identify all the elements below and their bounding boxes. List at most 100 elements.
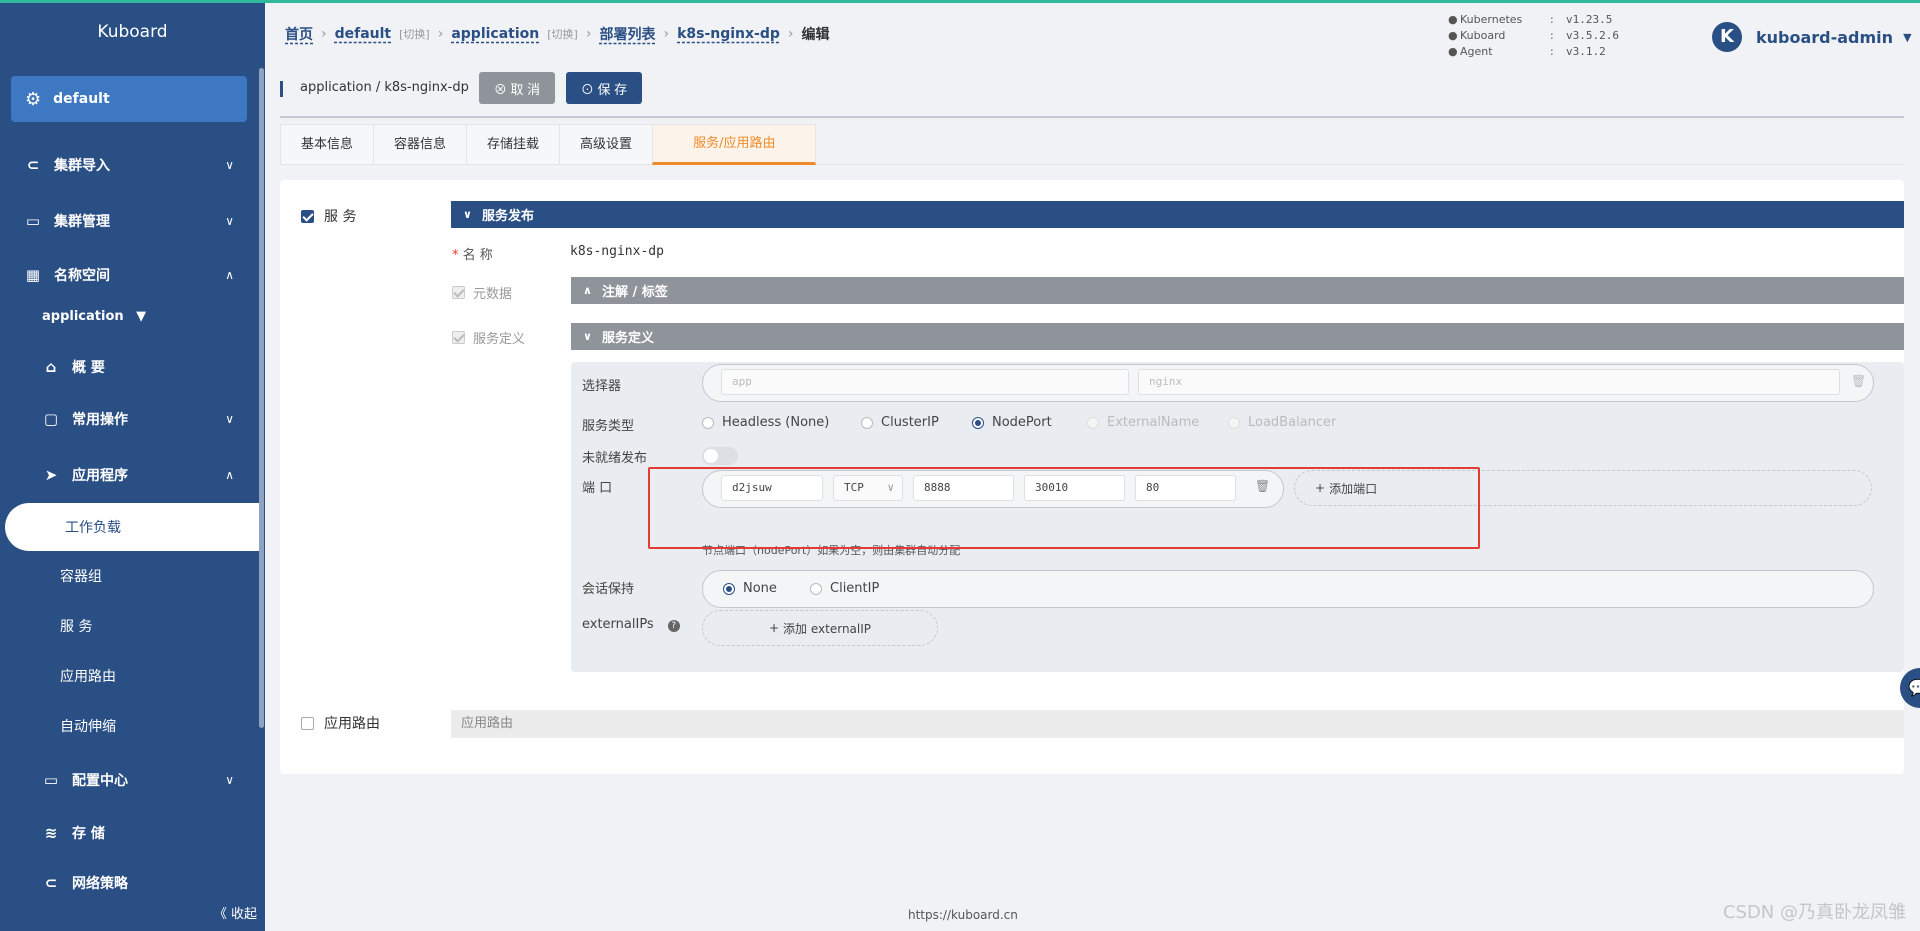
breadcrumb: 首页 › default [切换] › application [切换] › 部… <box>285 24 830 44</box>
save-button[interactable]: ⊙ 保 存 <box>566 72 642 104</box>
external-ips-label: externalIPs? <box>582 617 680 632</box>
footer-link[interactable]: https://kuboard.cn <box>908 908 1018 922</box>
resource-path: application / k8s-nginx-dp <box>300 80 469 95</box>
sidebar-item-ingress[interactable]: 应用路由 <box>60 666 116 686</box>
sidebar-item-overview[interactable]: ⌂ 概 要 <box>0 347 262 387</box>
home-icon: ⌂ <box>45 358 57 376</box>
sidebar-item-services[interactable]: 服 务 <box>60 616 92 636</box>
tab-service-ingress[interactable]: 服务/应用路由 <box>652 124 817 165</box>
sidebar-item-label: 应用程序 <box>72 468 128 484</box>
watermark: CSDN @乃真卧龙凤雏 <box>1722 902 1906 923</box>
type-loadbalancer-radio: LoadBalancer <box>1228 415 1336 430</box>
unready-publish-label: 未就绪发布 <box>582 451 648 466</box>
chevron-right-icon: › <box>663 26 670 42</box>
annotations-bar[interactable]: ∧ 注解 / 标签 <box>571 277 1904 304</box>
definition-label: 服务定义 <box>473 332 526 347</box>
chevron-down-icon: ∨ <box>225 214 234 228</box>
sidebar-item-label: 存 储 <box>72 826 105 842</box>
namespace-dropdown[interactable]: application ▼ <box>42 309 146 324</box>
sidebar-item-workloads[interactable]: 工作负载 <box>5 503 260 551</box>
sidebar-item-label: 集群导入 <box>54 158 110 174</box>
chevron-right-icon: › <box>321 26 327 42</box>
breadcrumb-deployment[interactable]: k8s-nginx-dp <box>677 26 780 42</box>
caret-down-icon: ▼ <box>136 309 147 324</box>
unready-publish-toggle[interactable] <box>702 447 738 465</box>
version-row: ● Agent: v3.1.2 <box>1448 45 1606 58</box>
sidebar-item-namespace[interactable]: ▦ 名称空间 ∧ <box>0 255 262 295</box>
chevron-down-icon: ∨ <box>225 158 234 172</box>
tab-advanced[interactable]: 高级设置 <box>559 124 654 164</box>
type-clusterip-radio[interactable]: ClusterIP <box>861 415 939 430</box>
add-external-ip-button[interactable]: + 添加 externalIP <box>702 610 938 646</box>
sidebar-item-common-ops[interactable]: ▢ 常用操作 ∨ <box>0 399 262 439</box>
sidebar-item-pods[interactable]: 容器组 <box>60 566 102 586</box>
sidebar-item-cluster-import[interactable]: ⊂ 集群导入 ∨ <box>0 145 262 185</box>
version-row: ● Kuboard: v3.5.2.6 <box>1448 29 1619 42</box>
sidebar-item-autoscale[interactable]: 自动伸缩 <box>60 716 116 736</box>
ingress-checkbox-label: 应用路由 <box>324 716 380 732</box>
sidebar-scrollbar[interactable] <box>259 68 264 728</box>
service-checkbox-label: 服 务 <box>324 209 357 225</box>
briefcase-icon: ▭ <box>43 771 59 789</box>
user-menu[interactable]: K kuboard-admin ▼ <box>1712 22 1912 52</box>
chevron-down-icon: ∨ <box>225 412 234 426</box>
plus-icon: + <box>768 621 780 635</box>
sidebar-item-config-center[interactable]: ▭ 配置中心 ∨ <box>0 760 262 800</box>
sidebar-item-applications[interactable]: ➤ 应用程序 ∧ <box>0 455 262 495</box>
service-name-value: k8s-nginx-dp <box>570 244 664 259</box>
link-icon: ⊂ <box>26 156 40 174</box>
sidebar-collapse-button[interactable]: 《 收起 <box>214 903 257 922</box>
tab-storage-mount[interactable]: 存储挂载 <box>466 124 561 164</box>
sidebar-item-label: 网络策略 <box>72 876 128 892</box>
checkbox-disabled-icon <box>452 331 465 344</box>
sidebar-item-storage[interactable]: ≋ 存 储 <box>0 813 262 853</box>
caret-down-icon: ▼ <box>1903 30 1912 44</box>
session-clientip-radio[interactable]: ClientIP <box>810 581 879 596</box>
ingress-bar[interactable]: 应用路由 <box>451 710 1904 738</box>
breadcrumb-namespace[interactable]: application <box>451 26 539 42</box>
service-checkbox[interactable]: 服 务 <box>301 206 356 226</box>
sidebar-item-cluster-manage[interactable]: ▭ 集群管理 ∨ <box>0 201 262 241</box>
paper-plane-icon: ➤ <box>44 466 58 484</box>
sidebar-item-network-policy[interactable]: ⊂ 网络策略 <box>0 863 262 903</box>
breadcrumb-deployments[interactable]: 部署列表 <box>599 24 655 44</box>
breadcrumb-cluster[interactable]: default <box>335 26 392 42</box>
user-name: kuboard-admin <box>1756 27 1894 47</box>
type-nodeport-radio[interactable]: NodePort <box>972 415 1052 430</box>
trash-icon[interactable]: 🗑 <box>1851 374 1866 388</box>
edit-titlebar: application / k8s-nginx-dp ⊗ 取 消 ⊙ 保 存 <box>280 68 1904 118</box>
type-headless-radio[interactable]: Headless (None) <box>702 415 829 430</box>
sidebar-item-label: 配置中心 <box>72 773 128 789</box>
breadcrumb-home[interactable]: 首页 <box>285 24 313 44</box>
cluster-selector[interactable]: ⚙ default <box>11 76 247 122</box>
name-label: * 名 称 <box>452 248 493 263</box>
service-definition-bar[interactable]: ∨ 服务定义 <box>571 323 1904 350</box>
type-externalname-radio: ExternalName <box>1087 415 1199 430</box>
namespace-switch-link[interactable]: [切换] <box>547 26 578 42</box>
app-title: Kuboard <box>97 22 168 42</box>
selector-key-input[interactable]: app <box>721 369 1129 395</box>
cluster-switch-link[interactable]: [切换] <box>399 26 430 42</box>
selector-label: 选择器 <box>582 379 622 394</box>
briefcase-icon: ▭ <box>25 212 41 230</box>
bar-label: 服务定义 <box>601 331 654 346</box>
ingress-checkbox[interactable]: 应用路由 <box>301 713 380 733</box>
selector-value-input[interactable]: nginx <box>1138 369 1840 395</box>
tab-basic-info[interactable]: 基本信息 <box>280 124 375 164</box>
tab-container-info[interactable]: 容器信息 <box>373 124 468 164</box>
chevron-up-icon: ∧ <box>225 468 234 482</box>
chevron-up-icon: ∧ <box>225 268 234 282</box>
checkbox-unchecked-icon <box>301 716 314 730</box>
cancel-button[interactable]: ⊗ 取 消 <box>479 72 555 104</box>
sidebar-item-label: 概 要 <box>72 360 105 376</box>
checkbox-disabled-icon <box>452 286 465 299</box>
chevron-up-icon: ∧ <box>583 284 592 297</box>
session-none-radio[interactable]: None <box>723 581 777 596</box>
bar-label: 服务发布 <box>481 209 534 224</box>
service-publish-bar[interactable]: ∨ 服务发布 <box>451 201 1904 228</box>
breadcrumb-current: 编辑 <box>801 27 830 43</box>
namespace-name: application <box>42 309 124 324</box>
chevron-right-icon: › <box>787 26 794 42</box>
highlight-box <box>648 467 1480 549</box>
network-icon: ⊂ <box>44 874 58 892</box>
